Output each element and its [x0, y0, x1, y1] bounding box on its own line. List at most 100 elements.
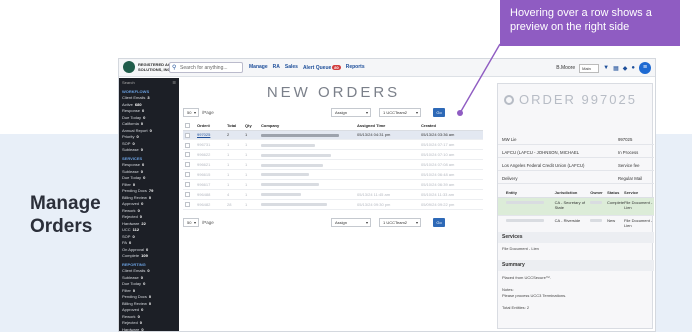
status-cell: Complete [606, 200, 625, 205]
assigned-time [355, 159, 419, 171]
preview-info-left: Los Angeles Federal Credit Union (LAFCU) [502, 163, 585, 168]
sidebar-search[interactable]: Search ☰ [122, 80, 176, 87]
order-number[interactable]: 996617 [195, 179, 225, 190]
sidebar-item-count: 0 [141, 326, 144, 332]
sidebar-item-count: 109 [141, 253, 148, 258]
service-cell: File Document - Lien [624, 200, 653, 210]
team-select-bottom[interactable]: 1 UCCTeam2 ▾ [379, 218, 421, 227]
assigned-time [355, 149, 419, 161]
sidebar-item-count: 0 [148, 194, 152, 200]
order-total: 1 [225, 169, 243, 180]
per-page-select-bottom[interactable]: 50 ▾ [183, 218, 199, 227]
preview-entity-row[interactable]: CA - Secretary of State Complete File Docu… [498, 198, 654, 216]
row-checkbox[interactable] [185, 192, 190, 197]
order-number[interactable]: 996622 [195, 149, 225, 161]
order-number[interactable]: 996488 [195, 189, 225, 200]
top-nav: Manage RA Sales Alert Queue 80 Reports [249, 63, 365, 73]
redacted-owner [590, 219, 603, 223]
order-total: 1 [225, 179, 243, 190]
order-qty: 1 [243, 189, 259, 200]
table-row[interactable]: 996617 1 1 05/10/24 06:39 am [183, 179, 483, 190]
col-created[interactable]: Created [419, 122, 483, 131]
logo-icon [123, 61, 135, 73]
order-number[interactable]: 996482 [195, 199, 225, 210]
order-number[interactable]: 996615 [195, 169, 225, 180]
bottom-controls: 50 ▾ /Page Assign ▾ 1 UCCTeam2 ▾ Go [183, 218, 483, 228]
row-checkbox[interactable] [185, 152, 190, 158]
callout-text: Hovering over a row shows a preview on t… [510, 7, 652, 33]
workspace-select[interactable]: Main [579, 63, 600, 73]
go-button[interactable]: Go [433, 108, 445, 117]
per-page-select[interactable]: 50 ▾ [183, 108, 199, 117]
menu-button[interactable]: ≡ [639, 62, 651, 74]
table-row[interactable]: 996621 1 1 05/10/24 07:08 am [183, 159, 483, 171]
user-area: B.Moore Main ▼ ▦ ◆ ● ≡ [556, 62, 651, 74]
row-checkbox[interactable] [185, 201, 190, 207]
sidebar-item-count: 0 [147, 268, 150, 273]
col-company[interactable]: Company [259, 122, 355, 131]
order-number[interactable]: 996621 [195, 159, 225, 171]
table-row[interactable]: 996488 4 1 05/13/24 11:45 am 05/10/24 11:33 … [183, 189, 483, 200]
nav-alert-queue[interactable]: Alert Queue 80 [303, 63, 341, 73]
preview-info-row: Delivery Regular Mail [498, 173, 654, 184]
row-checkbox-cell [183, 199, 195, 210]
filter-icon[interactable]: ▼ [603, 65, 609, 71]
row-checkbox[interactable] [185, 172, 190, 178]
nav-sales[interactable]: Sales [285, 63, 298, 73]
col-assigned-time[interactable]: Assigned Time [355, 122, 419, 131]
row-checkbox[interactable] [185, 142, 190, 148]
col-qty[interactable]: Qty [243, 122, 259, 131]
sidebar-item-count: 0 [149, 127, 152, 133]
table-header-row: Order# Total Qty Company Assigned Time C… [183, 122, 483, 131]
cart-icon[interactable]: ▦ [613, 65, 619, 72]
preview-info-row: LAFCU (LAFCU - JOHNSON, MICHAEL In Proces… [498, 147, 654, 158]
summary-notes-label: Notes: [502, 287, 514, 292]
status-cell: New [607, 218, 616, 223]
order-number[interactable]: 997025 [195, 130, 225, 141]
summary-placed: Placed from UCCSecure™. [502, 275, 551, 280]
company-cell [259, 179, 355, 190]
row-checkbox[interactable] [185, 132, 190, 138]
bell-icon[interactable]: ◆ [623, 65, 628, 72]
nav-ra[interactable]: RA [273, 63, 280, 73]
preview-title: ORDER 997025 [504, 92, 637, 107]
chat-icon[interactable]: ● [631, 65, 635, 71]
assign-select-bottom[interactable]: Assign ▾ [331, 218, 371, 227]
nav-reports[interactable]: Reports [346, 63, 365, 73]
sidebar-item[interactable]: Complete 109 [122, 253, 176, 260]
global-search-input[interactable]: ⚲ Search for anything... [169, 62, 243, 73]
row-checkbox[interactable] [185, 162, 190, 168]
sidebar-item[interactable]: Hardware 0 [122, 327, 176, 332]
sidebar-item-count: 0 [141, 307, 144, 312]
table-row[interactable]: 996622 1 1 05/10/24 07:10 am [183, 149, 483, 161]
row-checkbox-cell [183, 130, 195, 141]
table-row[interactable]: 996731 1 1 05/10/24 07:17 am [183, 139, 483, 151]
nav-manage[interactable]: Manage [249, 63, 268, 73]
collapse-icon[interactable]: ☰ [172, 80, 176, 87]
team-select[interactable]: 1 UCCTeam2 ▾ [379, 108, 421, 117]
table-row[interactable]: 996482 28 1 05/13/24 09:30 pm 05/09/24 09:22… [183, 199, 483, 210]
select-all-checkbox[interactable] [185, 123, 190, 129]
assigned-time: 05/13/24 11:45 am [355, 189, 419, 200]
sidebar-item-count: 0 [140, 147, 143, 152]
redacted-company [261, 173, 309, 177]
section-heading: Manage Orders [30, 193, 101, 237]
sidebar-item[interactable]: Sublease 0 [122, 147, 176, 154]
jurisdiction-cell: CA - Secretary of State [554, 200, 586, 210]
table-row[interactable]: 996615 1 1 05/10/24 06:48 am [183, 169, 483, 180]
table-row[interactable]: 997025 2 1 05/13/24 04:31 pm 05/13/24 03:36 … [183, 130, 483, 141]
created-time: 05/10/24 06:39 am [419, 179, 483, 190]
col-total[interactable]: Total [225, 122, 243, 131]
redacted-company [261, 133, 339, 137]
col-order[interactable]: Order# [195, 122, 225, 131]
redacted-company [261, 203, 327, 207]
go-button-bottom[interactable]: Go [433, 218, 445, 227]
row-checkbox[interactable] [185, 182, 190, 188]
redacted-owner [590, 201, 603, 205]
user-name[interactable]: B.Moore [556, 65, 575, 71]
assign-select[interactable]: Assign ▾ [331, 108, 371, 117]
order-number[interactable]: 996731 [195, 139, 225, 151]
created-time: 05/10/24 07:08 am [419, 159, 483, 171]
sidebar-item-count: 0 [148, 300, 152, 306]
preview-info-right: Service fee [618, 163, 640, 168]
